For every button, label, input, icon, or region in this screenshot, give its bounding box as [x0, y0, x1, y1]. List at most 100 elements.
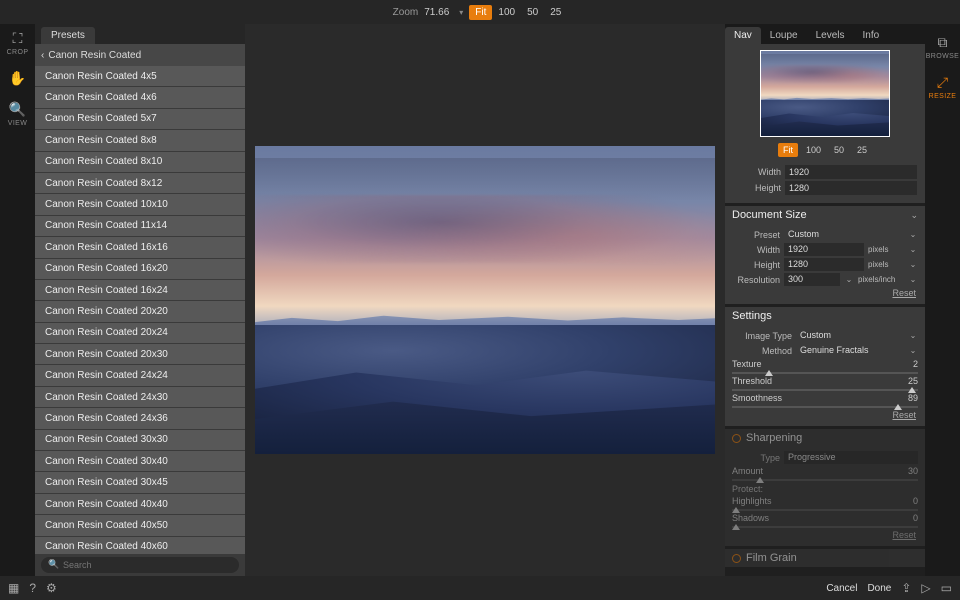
st-reset[interactable]: Reset: [732, 410, 918, 420]
nav-height-value[interactable]: 1280: [785, 181, 917, 195]
tool-crop[interactable]: ⛶CROP: [0, 30, 35, 56]
zoom-btn-fit[interactable]: Fit: [469, 5, 492, 20]
section-header-settings[interactable]: Settings: [725, 307, 925, 325]
slider-amount[interactable]: Amount30: [732, 466, 918, 481]
gear-icon[interactable]: ⚙: [46, 581, 57, 595]
st-threshold-label: Threshold: [732, 376, 772, 386]
preset-item[interactable]: Canon Resin Coated 30x45: [35, 472, 245, 493]
preset-item[interactable]: Canon Resin Coated 5x7: [35, 109, 245, 130]
tool-hand[interactable]: ✋: [0, 70, 35, 87]
preset-item[interactable]: Canon Resin Coated 10x10: [35, 194, 245, 215]
enable-ring-icon[interactable]: [732, 434, 741, 443]
preset-item[interactable]: Canon Resin Coated 8x12: [35, 173, 245, 194]
ds-res-label: Resolution: [732, 275, 780, 285]
ds-preset-value[interactable]: Custom: [784, 228, 904, 241]
ds-res-unit: pixels/inch: [858, 275, 904, 284]
slider-threshold[interactable]: Threshold25: [732, 376, 918, 391]
ds-reset[interactable]: Reset: [732, 288, 918, 298]
nav-zoom-25[interactable]: 25: [852, 143, 872, 157]
enable-ring-icon[interactable]: [732, 554, 741, 563]
tab-loupe[interactable]: Loupe: [761, 27, 807, 44]
sh-highlights-value: 0: [913, 496, 918, 506]
tool-view[interactable]: 🔍VIEW: [0, 101, 35, 127]
preset-item[interactable]: Canon Resin Coated 8x8: [35, 130, 245, 151]
ds-res-value[interactable]: 300: [784, 273, 840, 286]
crop-icon: ⛶: [13, 30, 23, 47]
grid-icon[interactable]: ▦: [8, 581, 19, 595]
preset-item[interactable]: Canon Resin Coated 16x16: [35, 237, 245, 258]
presets-search-row: 🔍: [35, 554, 245, 576]
tab-info[interactable]: Info: [854, 27, 889, 44]
document-image[interactable]: [255, 146, 715, 454]
st-method-value[interactable]: Genuine Fractals: [796, 344, 904, 357]
preset-item[interactable]: Canon Resin Coated 40x40: [35, 494, 245, 515]
preset-item[interactable]: Canon Resin Coated 4x6: [35, 87, 245, 108]
st-texture-value: 2: [913, 359, 918, 369]
preset-item[interactable]: Canon Resin Coated 16x20: [35, 259, 245, 280]
tab-presets[interactable]: Presets: [41, 27, 95, 44]
preset-item[interactable]: Canon Resin Coated 24x24: [35, 365, 245, 386]
nav-zoom-50[interactable]: 50: [829, 143, 849, 157]
fullscreen-icon[interactable]: ▭: [941, 581, 952, 595]
tool-browse[interactable]: ⧉BROWSE: [925, 34, 960, 60]
chevron-down-icon[interactable]: ⌄: [908, 331, 918, 340]
slider-shadows[interactable]: Shadows0: [732, 513, 918, 528]
browse-icon: ⧉: [938, 34, 948, 51]
slider-highlights[interactable]: Highlights0: [732, 496, 918, 511]
tool-resize[interactable]: ⤢RESIZE: [925, 74, 960, 100]
slider-texture[interactable]: Texture2: [732, 359, 918, 374]
preset-item[interactable]: Canon Resin Coated 8x10: [35, 152, 245, 173]
ds-height-value[interactable]: 1280: [784, 258, 864, 271]
preset-item[interactable]: Canon Resin Coated 4x5: [35, 66, 245, 87]
zoom-btn-50[interactable]: 50: [521, 5, 544, 20]
chevron-down-icon[interactable]: ⌄: [844, 275, 854, 284]
sh-type-value[interactable]: Progressive: [784, 451, 918, 464]
section-settings: Settings Image TypeCustom⌄ MethodGenuine…: [725, 307, 925, 426]
preset-item[interactable]: Canon Resin Coated 20x30: [35, 344, 245, 365]
ds-width-value[interactable]: 1920: [784, 243, 864, 256]
nav-width-value[interactable]: 1920: [785, 165, 917, 179]
zoom-label: Zoom: [393, 7, 419, 18]
zoom-btn-25[interactable]: 25: [544, 5, 567, 20]
chevron-down-icon[interactable]: ⌄: [908, 275, 918, 284]
tab-levels[interactable]: Levels: [807, 27, 854, 44]
sh-reset[interactable]: Reset: [732, 530, 918, 540]
presets-list[interactable]: Canon Resin Coated 4x5Canon Resin Coated…: [35, 66, 245, 554]
chevron-down-icon[interactable]: ⌄: [908, 230, 918, 239]
search-input[interactable]: [41, 557, 239, 573]
preset-item[interactable]: Canon Resin Coated 20x20: [35, 301, 245, 322]
chevron-down-icon[interactable]: ⌄: [908, 346, 918, 355]
cancel-button[interactable]: Cancel: [826, 583, 857, 594]
section-header-sharpening[interactable]: Sharpening: [725, 429, 925, 447]
presets-back-header[interactable]: ‹ Canon Resin Coated: [35, 44, 245, 66]
preset-item[interactable]: Canon Resin Coated 16x24: [35, 280, 245, 301]
nav-zoom-fit[interactable]: Fit: [778, 143, 798, 157]
preset-item[interactable]: Canon Resin Coated 24x36: [35, 408, 245, 429]
nav-zoom-100[interactable]: 100: [801, 143, 826, 157]
done-button[interactable]: Done: [867, 583, 891, 594]
section-header-document-size[interactable]: Document Size ⌄: [725, 206, 925, 224]
section-sharpening: Sharpening TypeProgressive Amount30 Prot…: [725, 429, 925, 546]
tab-nav[interactable]: Nav: [725, 27, 761, 44]
canvas-viewport[interactable]: [245, 24, 725, 576]
zoom-value[interactable]: 71.66: [424, 7, 449, 18]
preset-item[interactable]: Canon Resin Coated 24x30: [35, 387, 245, 408]
st-imgtype-value[interactable]: Custom: [796, 329, 904, 342]
preset-item[interactable]: Canon Resin Coated 30x30: [35, 430, 245, 451]
preset-item[interactable]: Canon Resin Coated 40x60: [35, 537, 245, 554]
preset-item[interactable]: Canon Resin Coated 40x50: [35, 515, 245, 536]
nav-thumbnail[interactable]: [760, 50, 890, 137]
help-icon[interactable]: ?: [29, 581, 36, 595]
share-icon[interactable]: ⇪: [901, 581, 911, 595]
slider-smoothness[interactable]: Smoothness89: [732, 393, 918, 408]
preset-item[interactable]: Canon Resin Coated 20x24: [35, 323, 245, 344]
chevron-down-icon[interactable]: ⌄: [908, 245, 918, 254]
preset-item[interactable]: Canon Resin Coated 11x14: [35, 216, 245, 237]
compare-icon[interactable]: ▷: [921, 581, 930, 595]
preset-item[interactable]: Canon Resin Coated 30x40: [35, 451, 245, 472]
chevron-down-icon[interactable]: ▾: [459, 8, 463, 17]
st-imgtype-label: Image Type: [732, 331, 792, 341]
zoom-btn-100[interactable]: 100: [492, 5, 521, 20]
section-header-film-grain[interactable]: Film Grain: [725, 549, 925, 567]
chevron-down-icon[interactable]: ⌄: [908, 260, 918, 269]
